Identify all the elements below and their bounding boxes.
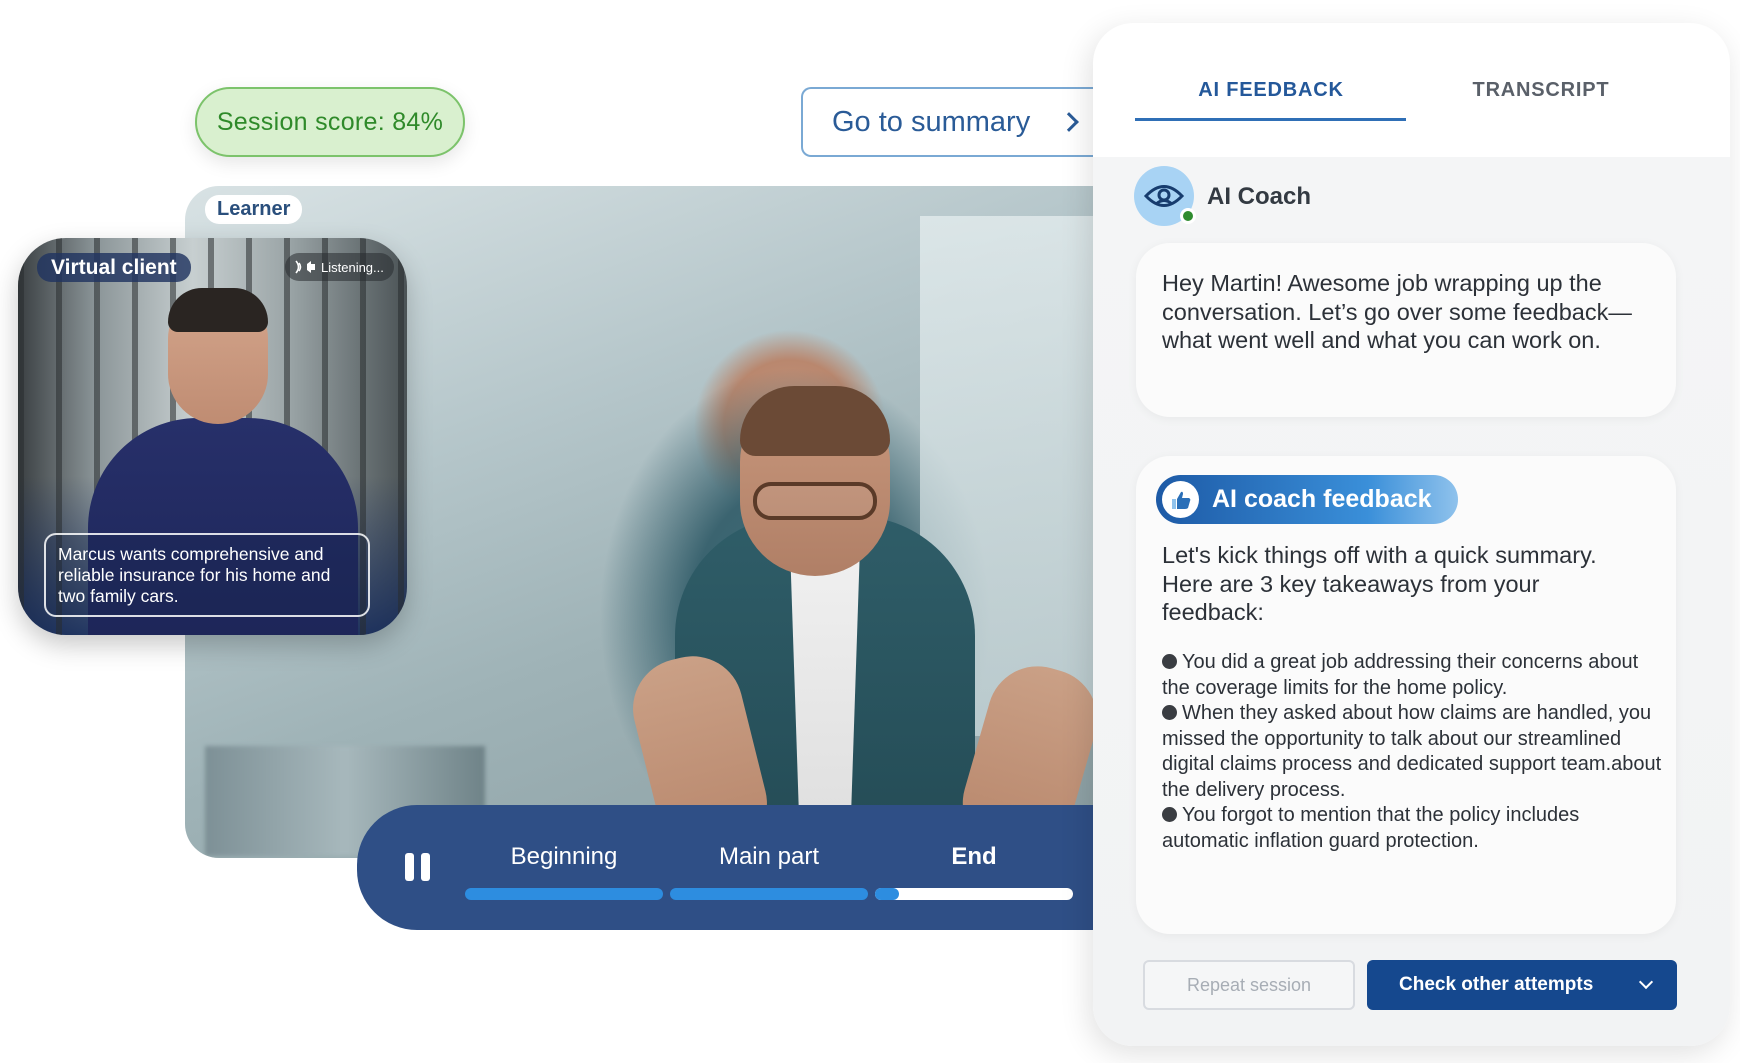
segment-main-part[interactable]: Main part [670, 843, 868, 900]
segment-progress-track [875, 888, 1073, 900]
segment-progress-fill [875, 888, 899, 900]
pause-icon-left [405, 853, 414, 881]
feedback-panel: AI FEEDBACK TRANSCRIPT AI Coach Hey Mart… [1093, 23, 1730, 1046]
feedback-chip-label: AI coach feedback [1212, 485, 1432, 513]
active-tab-indicator [1135, 118, 1406, 121]
coach-name: AI Coach [1207, 183, 1312, 210]
repeat-session-button[interactable]: Repeat session [1143, 960, 1355, 1010]
client-caption: Marcus wants comprehensive and reliable … [44, 533, 370, 617]
learner-label: Learner [205, 195, 303, 224]
online-status-dot [1180, 208, 1196, 224]
feedback-intro: Let's kick things off with a quick summa… [1162, 542, 1597, 625]
listening-text: Listening... [321, 259, 384, 275]
learner-hair [740, 386, 890, 456]
thumbs-feedback-icon [1162, 481, 1199, 518]
bullet-icon [1162, 705, 1177, 720]
pause-button[interactable] [405, 853, 431, 881]
learner-glasses [753, 482, 877, 520]
bullet-icon [1162, 654, 1177, 669]
go-to-summary-button[interactable]: Go to summary [801, 87, 1101, 157]
coach-feedback-card: AI coach feedback Let's kick things off … [1136, 456, 1676, 934]
tab-transcript[interactable]: TRANSCRIPT [1406, 79, 1676, 102]
playback-bar: Beginning Main part End [357, 805, 1120, 930]
go-to-summary-label: Go to summary [832, 105, 1031, 138]
pause-icon-right [421, 853, 430, 881]
speaker-icon [295, 260, 315, 274]
list-item: You did a great job addressing their con… [1162, 650, 1662, 701]
segment-progress [465, 888, 663, 900]
segment-label: End [951, 843, 997, 870]
segment-beginning[interactable]: Beginning [465, 843, 663, 900]
takeaway-text: When they asked about how claims are han… [1162, 702, 1662, 801]
list-item: When they asked about how claims are han… [1162, 701, 1662, 803]
client-hair [168, 288, 268, 332]
coach-greeting-message: Hey Martin! Awesome job wrapping up the … [1136, 243, 1676, 417]
tab-ai-feedback[interactable]: AI FEEDBACK [1136, 79, 1406, 102]
attempts-label: Check other attempts [1399, 974, 1594, 995]
listening-status: Listening... [285, 253, 394, 281]
segment-label: Beginning [510, 843, 618, 870]
segment-end[interactable]: End [875, 843, 1073, 900]
check-other-attempts-button[interactable]: Check other attempts [1367, 960, 1677, 1010]
takeaway-text: You forgot to mention that the policy in… [1162, 804, 1580, 852]
session-score-badge: Session score: 84% [195, 87, 465, 157]
chevron-right-icon [1059, 112, 1080, 132]
virtual-client-label: Virtual client [37, 253, 191, 282]
takeaways-list: You did a great job addressing their con… [1162, 650, 1662, 854]
takeaway-text: You did a great job addressing their con… [1162, 651, 1639, 699]
list-item: You forgot to mention that the policy in… [1162, 803, 1662, 854]
segment-progress [670, 888, 868, 900]
eye-icon [1144, 185, 1184, 207]
segment-label: Main part [718, 843, 820, 870]
bullet-icon [1162, 807, 1177, 822]
chevron-down-icon [1638, 974, 1654, 990]
feedback-chip: AI coach feedback [1156, 475, 1458, 524]
